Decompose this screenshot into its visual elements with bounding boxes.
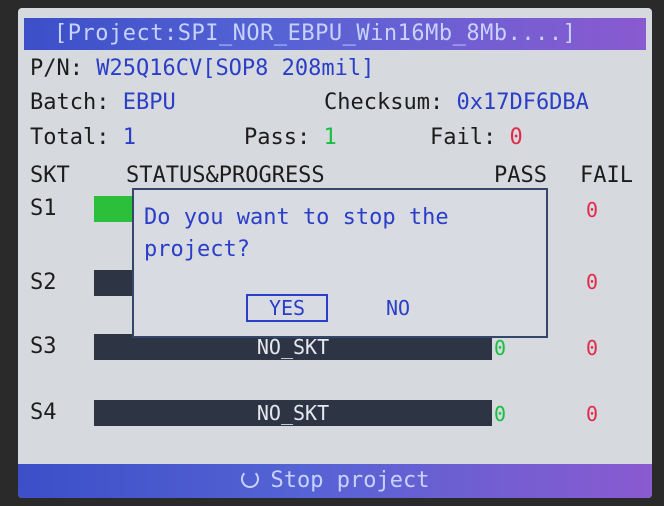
status-bar: Stop project xyxy=(18,464,652,498)
socket-fail: 0 xyxy=(586,198,599,222)
checksum-row: Checksum: 0x17DF6DBA xyxy=(324,90,589,115)
stop-circle-icon xyxy=(240,470,259,488)
header-skt: SKT xyxy=(30,163,70,188)
fail-value: 0 xyxy=(509,125,523,150)
header-pass: PASS xyxy=(494,163,547,188)
socket-fail: 0 xyxy=(586,336,599,360)
batch-label: Batch: xyxy=(30,90,110,115)
header-status: STATUS&PROGRESS xyxy=(126,163,325,188)
socket-label: S1 xyxy=(30,196,57,221)
total-count: Total: 1 xyxy=(30,125,136,150)
socket-progress-bar: NO_SKT xyxy=(94,400,492,426)
stop-project-dialog: Do you want to stop the project? YES NO xyxy=(132,188,548,338)
socket-status: NO_SKT xyxy=(256,335,330,359)
pass-count: Pass: 1 xyxy=(244,125,337,150)
batch-row: Batch: EBPU xyxy=(30,90,176,115)
total-label: Total: xyxy=(30,125,110,150)
checksum-value: 0x17DF6DBA xyxy=(456,90,589,115)
project-title-bar: [Project:SPI_NOR_EBPU_Win16Mb_8Mb....] xyxy=(24,18,646,50)
programmer-screen: [Project:SPI_NOR_EBPU_Win16Mb_8Mb....] P… xyxy=(18,8,652,498)
pn-label: P/N: xyxy=(30,56,83,81)
socket-status: NO_SKT xyxy=(256,401,330,425)
header-fail: FAIL xyxy=(580,163,633,188)
checksum-label: Checksum: xyxy=(324,90,444,115)
yes-button[interactable]: YES xyxy=(246,294,328,322)
socket-label: S3 xyxy=(30,334,57,359)
socket-pass: 0 xyxy=(494,336,507,360)
part-number-row: P/N: W25Q16CV[SOP8 208mil] xyxy=(30,56,374,81)
socket-pass: 0 xyxy=(494,402,507,426)
socket-label: S4 xyxy=(30,400,57,425)
fail-label: Fail: xyxy=(430,125,497,150)
socket-label: S2 xyxy=(30,270,57,295)
fail-count: Fail: 0 xyxy=(430,125,523,150)
status-bar-label: Stop project xyxy=(270,468,430,493)
pass-value: 1 xyxy=(323,125,337,150)
socket-fail: 0 xyxy=(586,270,599,294)
pass-label: Pass: xyxy=(244,125,311,150)
dialog-message: Do you want to stop the project? xyxy=(144,205,449,262)
socket-fail: 0 xyxy=(586,402,599,426)
progress-fill xyxy=(94,196,134,222)
no-button[interactable]: NO xyxy=(362,294,434,322)
batch-value: EBPU xyxy=(122,90,176,115)
total-value: 1 xyxy=(122,125,136,150)
pn-value: W25Q16CV[SOP8 208mil] xyxy=(96,56,375,81)
